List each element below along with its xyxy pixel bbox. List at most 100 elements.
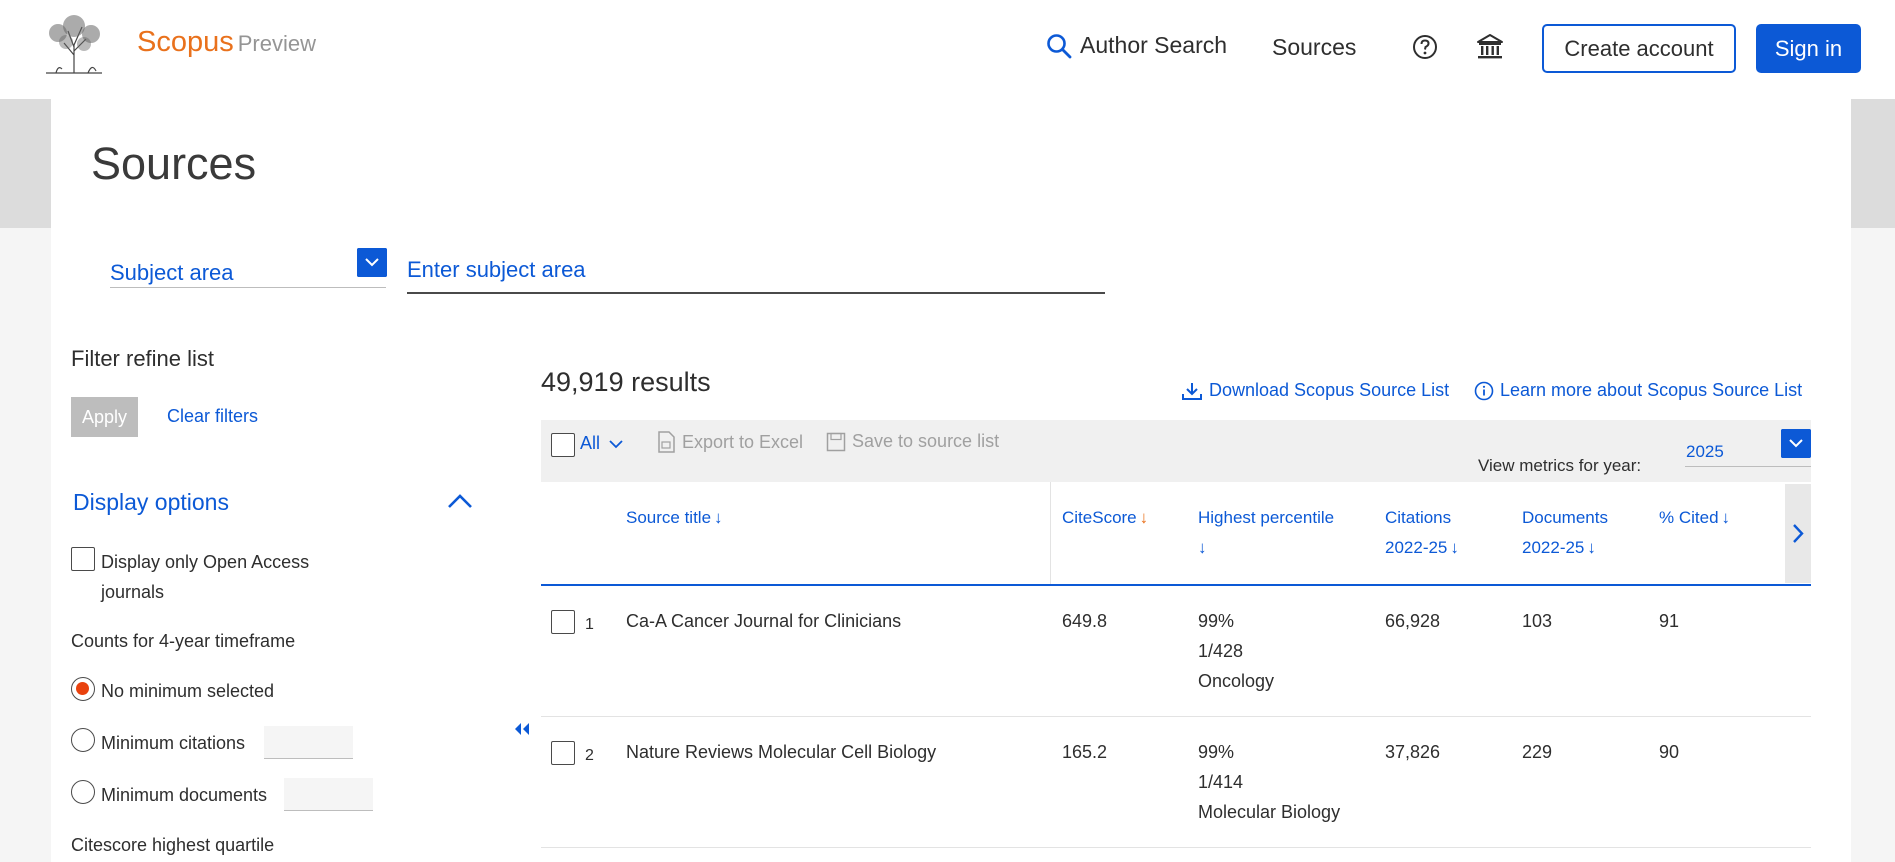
- table-header-divider: [541, 584, 1811, 586]
- no-minimum-label: No minimum selected: [101, 681, 275, 701]
- col-citations-label: Citations: [1385, 508, 1452, 527]
- col-documents[interactable]: Documents 2022-25 ↓: [1522, 503, 1608, 563]
- percentile-rank: 1/428: [1198, 641, 1244, 661]
- min-citations-radio[interactable]: [71, 728, 95, 752]
- source-title-link[interactable]: Ca-A Cancer Journal for Clinicians: [626, 606, 901, 636]
- file-icon: [658, 431, 675, 453]
- elsevier-logo[interactable]: [38, 15, 110, 77]
- learn-more-link[interactable]: Learn more about Scopus Source List: [1474, 380, 1802, 401]
- col-cited-label: % Cited: [1659, 508, 1719, 527]
- col-documents-label: Documents: [1522, 508, 1608, 527]
- col-documents-years: 2022-25: [1522, 538, 1585, 557]
- min-documents-input[interactable]: [284, 778, 373, 811]
- download-icon: [1182, 382, 1202, 400]
- double-chevron-left-icon[interactable]: [511, 720, 533, 738]
- save-icon: [826, 432, 846, 451]
- percentile-value: 99%: [1198, 611, 1235, 631]
- info-icon: [1474, 381, 1494, 400]
- no-minimum-radio[interactable]: [71, 677, 95, 701]
- row-number: 1: [585, 616, 594, 633]
- nav-author-label: Author Search: [1080, 32, 1228, 58]
- year-value: 2025: [1686, 442, 1724, 461]
- cited-value: 90: [1659, 742, 1680, 762]
- min-documents-radio[interactable]: [71, 780, 95, 804]
- export-excel-button[interactable]: Export to Excel: [656, 431, 803, 453]
- brand[interactable]: Scopus Preview: [137, 26, 316, 59]
- apply-button[interactable]: Apply: [71, 397, 138, 437]
- arrow-down-icon: ↓: [1139, 508, 1149, 527]
- sign-in-button[interactable]: Sign in: [1756, 24, 1861, 73]
- cited-value: 91: [1659, 611, 1680, 631]
- brand-name: Scopus: [137, 26, 234, 58]
- chevron-right-icon: [1793, 524, 1804, 543]
- documents-value: 229: [1522, 742, 1553, 762]
- citations-value: 37,826: [1385, 742, 1441, 762]
- learn-more-label: Learn more about Scopus Source List: [1500, 380, 1803, 400]
- min-documents-label: Minimum documents: [101, 785, 268, 805]
- download-source-list-link[interactable]: Download Scopus Source List: [1181, 380, 1449, 401]
- select-all-checkbox[interactable]: [551, 433, 575, 457]
- col-highest-percentile[interactable]: Highest percentile ↓: [1198, 503, 1334, 563]
- open-access-label-2: journals: [101, 582, 165, 602]
- banner-left: [0, 99, 51, 228]
- chevron-down-icon[interactable]: [357, 248, 387, 277]
- min-citations-input[interactable]: [264, 726, 353, 759]
- row-checkbox[interactable]: [551, 741, 575, 765]
- arrow-down-icon: ↓: [714, 508, 723, 527]
- percentile-field: Molecular Biology: [1198, 802, 1341, 822]
- select-all-label: All: [580, 433, 601, 453]
- display-options-toggle[interactable]: Display options: [73, 489, 229, 516]
- col-citescore-label: CiteScore: [1062, 508, 1137, 527]
- brand-sub: Preview: [237, 31, 316, 56]
- help-icon[interactable]: [1411, 33, 1439, 61]
- results-count: 49,919 results: [541, 367, 711, 397]
- citescore-value: 165.2: [1062, 742, 1108, 762]
- export-label: Export to Excel: [682, 431, 804, 452]
- next-columns-button[interactable]: [1785, 484, 1811, 583]
- top-bar: Scopus Preview Author Search Sources Crea…: [0, 0, 1895, 99]
- create-account-button[interactable]: Create account: [1542, 24, 1736, 73]
- column-divider: [1050, 482, 1051, 585]
- col-citescore[interactable]: CiteScore ↓: [1062, 503, 1148, 533]
- percentile-field: Oncology: [1198, 671, 1275, 691]
- col-source-title-label: Source title: [626, 508, 712, 527]
- row-checkbox[interactable]: [551, 610, 575, 634]
- chevron-down-icon[interactable]: [1781, 429, 1811, 458]
- nav-author-search[interactable]: Author Search: [1046, 32, 1227, 59]
- subject-area-select[interactable]: Subject area: [110, 248, 386, 288]
- chevron-up-icon[interactable]: [447, 492, 473, 510]
- citescore-quartile-label: Citescore highest quartile: [71, 835, 275, 855]
- filter-title: Filter refine list: [71, 346, 215, 371]
- col-citations[interactable]: Citations 2022-25 ↓: [1385, 503, 1459, 563]
- nav-sources[interactable]: Sources: [1272, 34, 1356, 61]
- percentile-rank: 1/414: [1198, 772, 1244, 792]
- download-label: Download Scopus Source List: [1209, 380, 1450, 400]
- subject-area-label: Subject area: [110, 260, 234, 285]
- clear-filters-link[interactable]: Clear filters: [167, 406, 258, 427]
- arrow-down-icon: ↓: [1587, 538, 1596, 557]
- page-title: Sources: [91, 138, 257, 189]
- percentile-value: 99%: [1198, 742, 1235, 762]
- row-divider: [541, 847, 1811, 848]
- chevron-down-icon: [609, 440, 623, 449]
- col-cited[interactable]: % Cited ↓: [1659, 503, 1730, 533]
- select-all-dropdown[interactable]: All: [580, 433, 623, 454]
- col-highest-percentile-label: Highest percentile: [1198, 508, 1335, 527]
- institution-icon[interactable]: [1476, 33, 1504, 61]
- row-number: 2: [585, 747, 594, 764]
- banner-right: [1851, 99, 1895, 228]
- counts-label: Counts for 4-year timeframe: [71, 631, 296, 651]
- search-icon: [1047, 33, 1072, 58]
- open-access-checkbox[interactable]: [71, 547, 95, 571]
- subject-area-input[interactable]: [407, 248, 1105, 294]
- citations-value: 66,928: [1385, 611, 1441, 631]
- col-source-title[interactable]: Source title ↓: [626, 503, 723, 533]
- source-title-link[interactable]: Nature Reviews Molecular Cell Biology: [626, 737, 936, 767]
- arrow-down-icon: ↓: [1721, 508, 1731, 527]
- citescore-value: 649.8: [1062, 611, 1108, 631]
- min-citations-label: Minimum citations: [101, 733, 246, 753]
- save-source-list-button[interactable]: Save to source list: [826, 431, 999, 452]
- view-metrics-label: View metrics for year:: [1478, 456, 1642, 475]
- arrow-down-icon: ↓: [1198, 538, 1207, 557]
- save-label: Save to source list: [852, 431, 1000, 451]
